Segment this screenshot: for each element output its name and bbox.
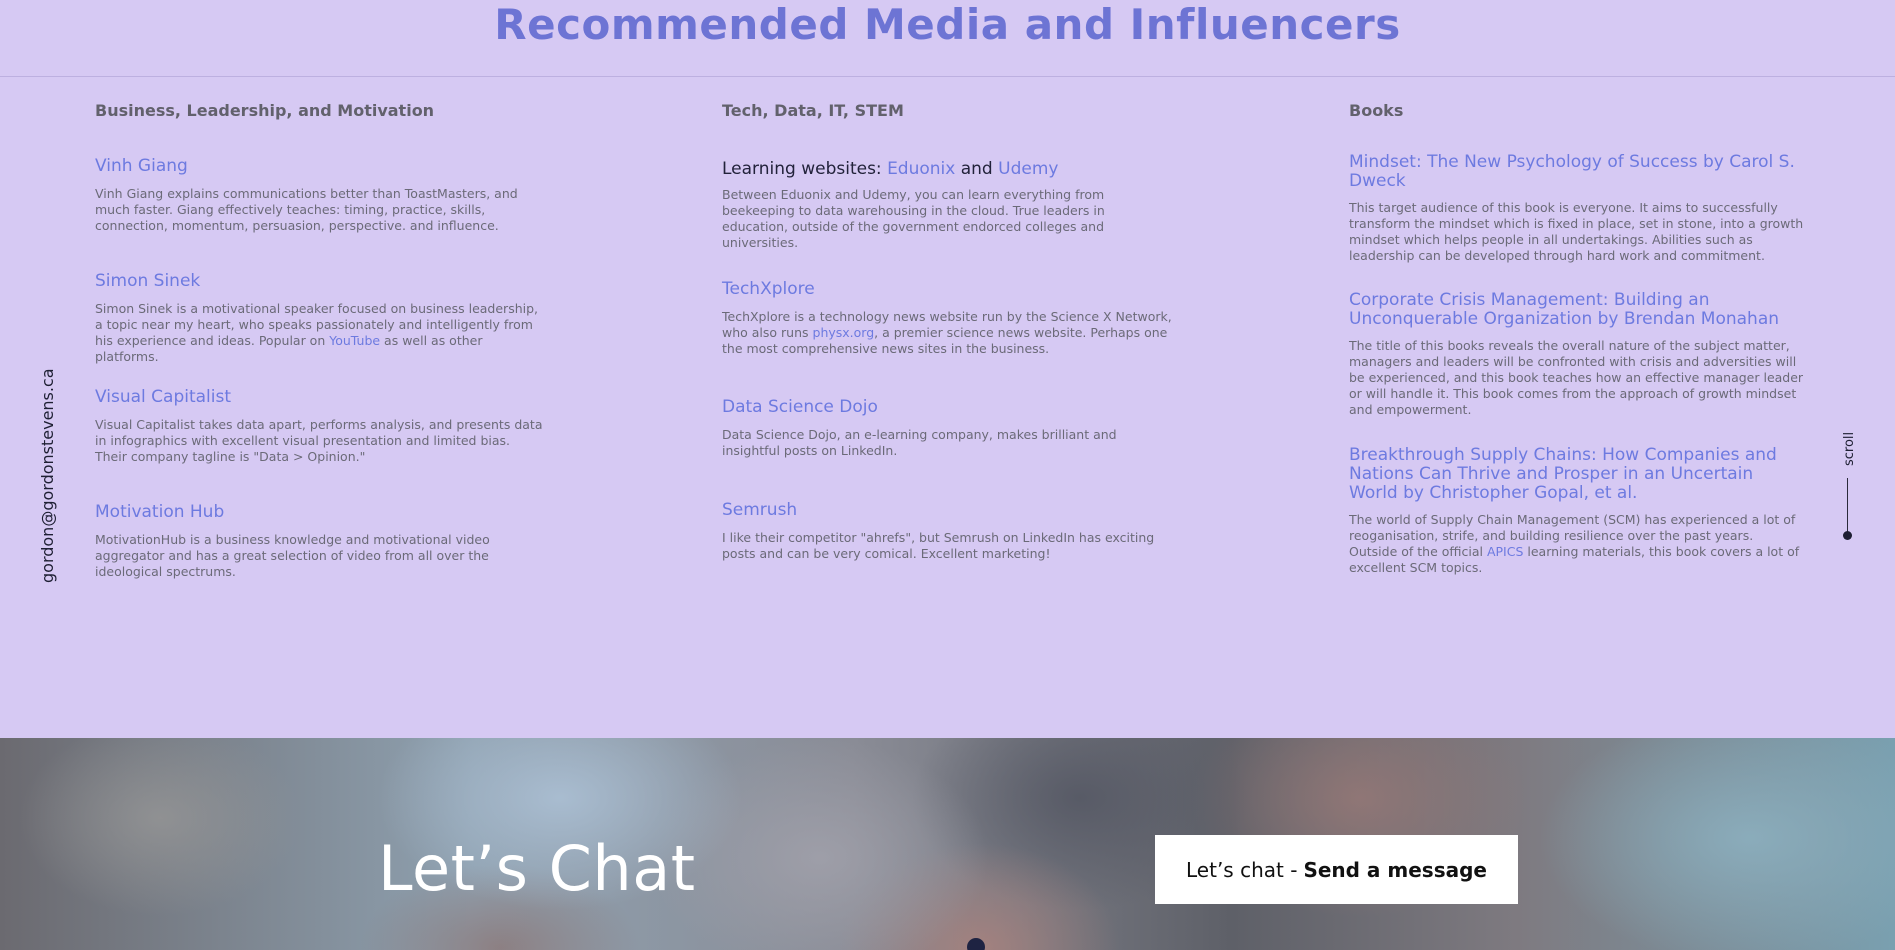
physx-link[interactable]: physx.org (813, 325, 875, 340)
page-title: Recommended Media and Influencers (494, 0, 1401, 49)
entry-title-link[interactable]: Simon Sinek (95, 271, 200, 291)
entry-description: The title of this books reveals the over… (1349, 338, 1804, 417)
entry-semrush: Semrush I like their competitor "ahrefs"… (722, 500, 1172, 562)
entry-description: The world of Supply Chain Management (SC… (1349, 512, 1800, 575)
column-books: Books Mindset: The New Psychology of Suc… (1349, 100, 1805, 575)
entry-title-link[interactable]: Data Science Dojo (722, 397, 878, 417)
media-section: Recommended Media and Influencers Busine… (0, 0, 1895, 738)
column-heading: Business, Leadership, and Motivation (95, 101, 435, 120)
entry-title: Learning websites: Eduonix and Udemy (722, 159, 1059, 179)
entry-description: Simon Sinek is a motivational speaker fo… (95, 301, 539, 364)
side-email-link[interactable]: gordon@gordonstevens.ca (32, 363, 64, 583)
entry-description: Data Science Dojo, an e-learning company… (722, 427, 1117, 458)
entry-title-link[interactable]: Semrush (722, 500, 797, 520)
entry-visual-capitalist: Visual Capitalist Visual Capitalist take… (95, 387, 545, 465)
scroll-label: scroll (1842, 431, 1857, 466)
entry-motivation-hub: Motivation Hub MotivationHub is a busine… (95, 502, 545, 580)
column-heading: Tech, Data, IT, STEM (722, 101, 904, 120)
entry-description: Vinh Giang explains communications bette… (95, 186, 518, 233)
udemy-link[interactable]: Udemy (998, 159, 1058, 179)
entry-book-supply-chains: Breakthrough Supply Chains: How Companie… (1349, 445, 1805, 576)
send-message-button[interactable]: Let’s chat - Send a message (1155, 835, 1518, 904)
entry-description: MotivationHub is a business knowledge an… (95, 532, 490, 579)
column-heading: Books (1349, 101, 1404, 120)
title-divider (0, 76, 1895, 77)
chat-button-bold: Send a message (1303, 857, 1487, 882)
entry-title-link[interactable]: Motivation Hub (95, 502, 224, 522)
entry-data-science-dojo: Data Science Dojo Data Science Dojo, an … (722, 397, 1172, 459)
entry-simon-sinek: Simon Sinek Simon Sinek is a motivationa… (95, 271, 545, 365)
book-title-link[interactable]: Corporate Crisis Management: Building an… (1349, 290, 1779, 329)
entry-book-mindset: Mindset: The New Psychology of Success b… (1349, 152, 1805, 264)
entry-title-link[interactable]: Visual Capitalist (95, 387, 231, 407)
entry-vinh-giang: Vinh Giang Vinh Giang explains communica… (95, 156, 545, 234)
book-title-link[interactable]: Breakthrough Supply Chains: How Companie… (1349, 445, 1777, 503)
entry-description: Visual Capitalist takes data apart, perf… (95, 417, 543, 464)
entry-description: I like their competitor "ahrefs", but Se… (722, 530, 1155, 561)
scroll-indicator-dot (1843, 531, 1852, 540)
book-title-link[interactable]: Mindset: The New Psychology of Success b… (1349, 152, 1795, 191)
apics-link[interactable]: APICS (1487, 544, 1523, 559)
youtube-link[interactable]: YouTube (329, 333, 380, 348)
entry-description: Between Eduonix and Udemy, you can learn… (722, 187, 1105, 250)
entry-techxplore: TechXplore TechXplore is a technology ne… (722, 279, 1172, 357)
eduonix-link[interactable]: Eduonix (887, 159, 955, 179)
column-business: Business, Leadership, and Motivation Vin… (95, 100, 545, 579)
entry-description: This target audience of this book is eve… (1349, 200, 1804, 263)
entry-learning-websites: Learning websites: Eduonix and Udemy Bet… (722, 159, 1172, 251)
column-tech: Tech, Data, IT, STEM Learning websites: … (722, 100, 1172, 561)
scroll-indicator-line (1847, 478, 1848, 533)
chat-title: Let’s Chat (378, 832, 696, 905)
chat-button-prefix: Let’s chat - (1186, 857, 1298, 882)
entry-description: TechXplore is a technology news website … (722, 309, 1172, 356)
entry-title-link[interactable]: Vinh Giang (95, 156, 188, 176)
entry-book-crisis: Corporate Crisis Management: Building an… (1349, 290, 1805, 418)
decorative-dot (967, 938, 985, 950)
chat-section: Let’s Chat Let’s chat - Send a message (0, 738, 1895, 950)
entry-title-link[interactable]: TechXplore (722, 279, 815, 299)
